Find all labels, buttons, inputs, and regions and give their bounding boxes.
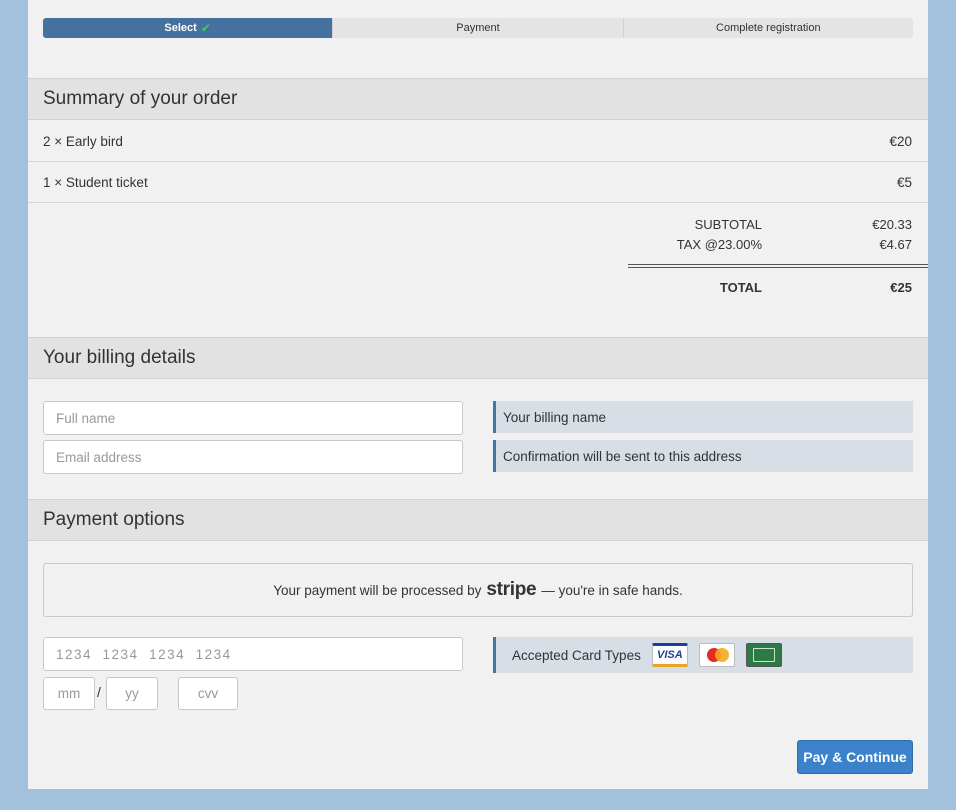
subtotal-value: €20.33 <box>872 217 912 232</box>
stripe-notice: Your payment will be processed by stripe… <box>43 563 913 617</box>
billing-name-hint: Your billing name <box>493 401 913 433</box>
email-placeholder: Email address <box>56 449 142 465</box>
amex-card-icon <box>745 643 782 667</box>
cvv-input[interactable]: cvv <box>178 677 238 710</box>
email-input[interactable]: Email address <box>43 440 463 474</box>
hint-text: Your billing name <box>503 409 607 425</box>
step-payment[interactable]: Payment <box>332 18 622 38</box>
payment-heading: Payment options <box>28 499 928 541</box>
total-value: €25 <box>890 280 912 295</box>
visa-label: VISA <box>656 649 683 661</box>
hint-text: Confirmation will be sent to this addres… <box>503 448 742 464</box>
pay-button-label: Pay & Continue <box>803 749 907 765</box>
amex-card-emblem <box>752 648 775 662</box>
order-row: 1 × Student ticket €5 <box>28 162 928 203</box>
accepted-cards: Accepted Card Types VISA <box>493 637 913 673</box>
mastercard-yellow-circle <box>714 648 729 662</box>
notice-prefix: Your payment will be processed by <box>273 582 482 598</box>
step-label: Complete registration <box>716 22 821 34</box>
mm-placeholder: mm <box>57 686 81 701</box>
full-name-input[interactable]: Full name <box>43 401 463 435</box>
total-label: TOTAL <box>719 280 762 295</box>
progress-steps: Select ✔ Payment Complete registration <box>43 18 913 38</box>
expiry-separator: / <box>97 684 101 700</box>
total-divider <box>628 264 928 265</box>
section-title: Your billing details <box>43 347 196 368</box>
yy-placeholder: yy <box>125 686 139 701</box>
checkout-panel: Select ✔ Payment Complete registration S… <box>28 0 928 789</box>
section-title: Payment options <box>43 509 185 530</box>
expiry-month-input[interactable]: mm <box>43 677 95 710</box>
cvv-placeholder: cvv <box>197 686 219 701</box>
step-label: Select <box>164 22 197 34</box>
visa-card-icon: VISA <box>651 643 688 667</box>
order-item-price: €20 <box>889 133 912 149</box>
mastercard-icon <box>698 643 735 667</box>
order-item-desc: 1 × Student ticket <box>43 174 148 190</box>
order-item-desc: 2 × Early bird <box>43 133 123 149</box>
tax-value: €4.67 <box>879 237 912 252</box>
step-complete-registration[interactable]: Complete registration <box>622 18 913 38</box>
stripe-logo: stripe <box>486 579 537 600</box>
pay-continue-button[interactable]: Pay & Continue <box>797 740 913 774</box>
subtotal-label: SUBTOTAL <box>694 217 762 232</box>
step-label: Payment <box>456 22 500 34</box>
email-hint: Confirmation will be sent to this addres… <box>493 440 913 472</box>
section-title: Summary of your order <box>43 88 238 109</box>
notice-suffix: — you're in safe hands. <box>541 582 683 598</box>
billing-heading: Your billing details <box>28 337 928 379</box>
checkmark-icon: ✔ <box>200 21 211 35</box>
full-name-placeholder: Full name <box>56 410 116 426</box>
order-summary-heading: Summary of your order <box>28 78 928 120</box>
total-divider <box>628 267 928 268</box>
accepted-cards-label: Accepted Card Types <box>512 647 641 663</box>
step-select[interactable]: Select ✔ <box>43 18 333 38</box>
card-number-input[interactable]: 1234 1234 1234 1234 <box>43 637 463 671</box>
card-number-placeholder: 1234 1234 1234 1234 <box>56 646 232 662</box>
expiry-year-input[interactable]: yy <box>106 677 158 710</box>
order-item-price: €5 <box>896 174 912 190</box>
tax-label: TAX @23.00% <box>676 237 762 252</box>
order-row: 2 × Early bird €20 <box>28 121 928 162</box>
